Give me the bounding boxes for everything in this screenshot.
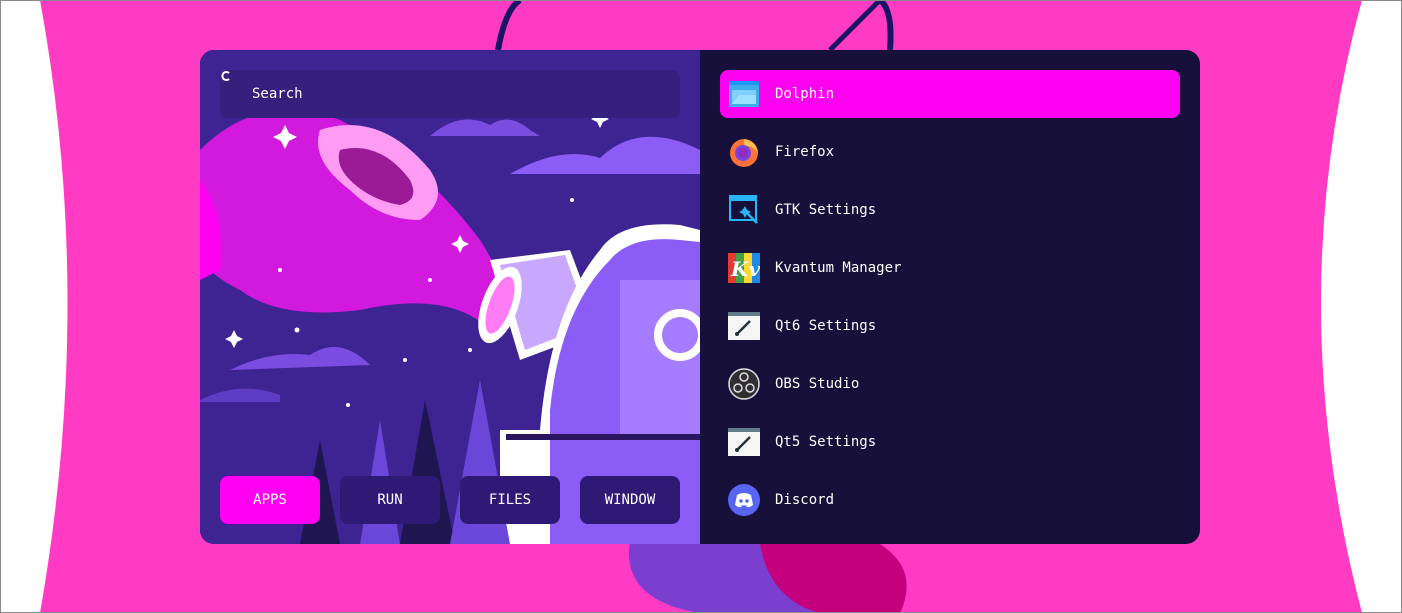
app-list: Dolphin Firefox GTK Settings Kv Kvantum … xyxy=(720,70,1180,534)
dolphin-icon xyxy=(727,77,761,111)
app-item-gtk-settings[interactable]: GTK Settings xyxy=(720,186,1180,234)
gtk-settings-icon xyxy=(727,193,761,227)
app-label: OBS Studio xyxy=(775,376,860,392)
app-label: Qt6 Settings xyxy=(775,318,877,334)
app-item-qt6-settings[interactable]: Qt6 Settings xyxy=(720,302,1180,350)
app-label: Kvantum Manager xyxy=(775,260,902,276)
app-item-firefox[interactable]: Firefox xyxy=(720,128,1180,176)
app-launcher: Search APPS RUN FILES WINDOW Dolphin Fir… xyxy=(200,50,1200,544)
discord-icon xyxy=(727,483,761,517)
app-item-kvantum-manager[interactable]: Kv Kvantum Manager xyxy=(720,244,1180,292)
mode-switcher: APPS RUN FILES WINDOW xyxy=(220,476,680,524)
kvantum-icon: Kv xyxy=(727,251,761,285)
app-label: Dolphin xyxy=(775,86,835,102)
app-label: Firefox xyxy=(775,144,835,160)
search-label: Search xyxy=(252,86,303,102)
app-item-dolphin[interactable]: Dolphin xyxy=(720,70,1180,118)
window-mode-button[interactable]: WINDOW xyxy=(580,476,680,524)
app-item-obs-studio[interactable]: OBS Studio xyxy=(720,360,1180,408)
app-item-discord[interactable]: Discord xyxy=(720,476,1180,524)
search-icon xyxy=(221,71,246,101)
files-mode-button[interactable]: FILES xyxy=(460,476,560,524)
qt5-settings-icon xyxy=(727,425,761,459)
launcher-artwork: Search APPS RUN FILES WINDOW xyxy=(200,50,700,544)
qt6-settings-icon xyxy=(727,309,761,343)
app-label: Discord xyxy=(775,492,835,508)
run-mode-button[interactable]: RUN xyxy=(340,476,440,524)
search-bar[interactable]: Search xyxy=(220,70,680,118)
firefox-icon xyxy=(727,135,761,169)
apps-mode-button[interactable]: APPS xyxy=(220,476,320,524)
app-label: GTK Settings xyxy=(775,202,877,218)
app-label: Qt5 Settings xyxy=(775,434,877,450)
app-item-qt5-settings[interactable]: Qt5 Settings xyxy=(720,418,1180,466)
astronaut-telescope-illustration xyxy=(200,50,700,544)
svg-text:Kv: Kv xyxy=(730,257,760,281)
obs-icon xyxy=(727,367,761,401)
